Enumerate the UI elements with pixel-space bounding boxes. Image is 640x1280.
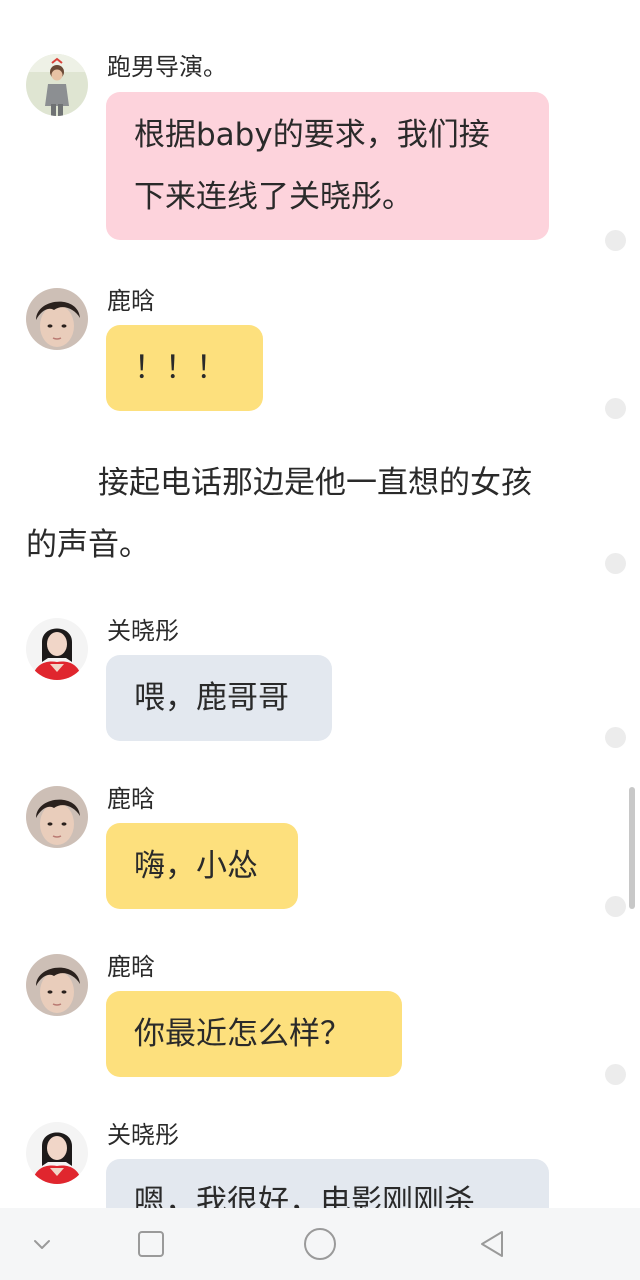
avatar-director[interactable] — [26, 54, 88, 116]
avatar-guanxiaotong[interactable] — [26, 618, 88, 680]
chevron-down-icon — [34, 1240, 50, 1249]
sender-name: 鹿晗 — [107, 785, 155, 813]
message-text: 嗯，我很好，电影刚刚杀 — [134, 1184, 475, 1208]
nav-back-button[interactable] — [460, 1208, 524, 1280]
sender-name: 跑男导演。 — [107, 53, 227, 81]
message-bubble[interactable]: 嗯，我很好，电影刚刚杀 — [106, 1159, 549, 1208]
recent-apps-icon — [138, 1231, 164, 1257]
avatar-guanxiaotong[interactable] — [26, 1122, 88, 1184]
message-text: 嗨，小怂 — [134, 848, 258, 884]
nav-recent-apps-button[interactable] — [119, 1208, 183, 1280]
narration-paragraph: 接起电话那边是他一直想的女孩 的声音。 — [26, 452, 601, 576]
message-bubble[interactable]: ！！！ — [106, 325, 263, 411]
message-text: 喂，鹿哥哥 — [134, 680, 289, 716]
home-icon — [304, 1228, 336, 1260]
paragraph-comment-dot[interactable] — [605, 896, 626, 917]
narration-text: 接起电话那边是他一直想的女孩 — [98, 465, 532, 501]
message-text: ！！！ — [134, 350, 227, 386]
message-bubble[interactable]: 喂，鹿哥哥 — [106, 655, 332, 741]
chat-story-view[interactable]: 跑男导演。 根据baby的要求，我们接 下来连线了关晓彤。 鹿晗 ！！！ 接起电… — [0, 0, 640, 1208]
paragraph-comment-dot[interactable] — [605, 230, 626, 251]
back-icon — [481, 1231, 503, 1257]
sender-name: 鹿晗 — [107, 953, 155, 981]
message-bubble[interactable]: 你最近怎么样？ — [106, 991, 402, 1077]
message-bubble[interactable]: 嗨，小怂 — [106, 823, 298, 909]
paragraph-comment-dot[interactable] — [605, 1064, 626, 1085]
sender-name: 关晓彤 — [107, 617, 179, 645]
message-bubble[interactable]: 根据baby的要求，我们接 下来连线了关晓彤。 — [106, 92, 549, 240]
scrollbar-thumb[interactable] — [629, 787, 635, 909]
avatar-luhan[interactable] — [26, 786, 88, 848]
nav-home-button[interactable] — [288, 1208, 352, 1280]
nav-collapse-button[interactable] — [10, 1208, 74, 1280]
avatar-luhan[interactable] — [26, 288, 88, 350]
sender-name: 关晓彤 — [107, 1121, 179, 1149]
avatar-luhan[interactable] — [26, 954, 88, 1016]
system-navigation-bar — [0, 1208, 640, 1280]
sender-name: 鹿晗 — [107, 287, 155, 315]
narration-text: 的声音。 — [26, 527, 150, 563]
paragraph-comment-dot[interactable] — [605, 398, 626, 419]
message-text: 你最近怎么样？ — [134, 1016, 351, 1052]
paragraph-comment-dot[interactable] — [605, 727, 626, 748]
message-text: 根据baby的要求，我们接 — [134, 117, 490, 153]
message-text: 下来连线了关晓彤。 — [134, 179, 413, 215]
paragraph-comment-dot[interactable] — [605, 553, 626, 574]
